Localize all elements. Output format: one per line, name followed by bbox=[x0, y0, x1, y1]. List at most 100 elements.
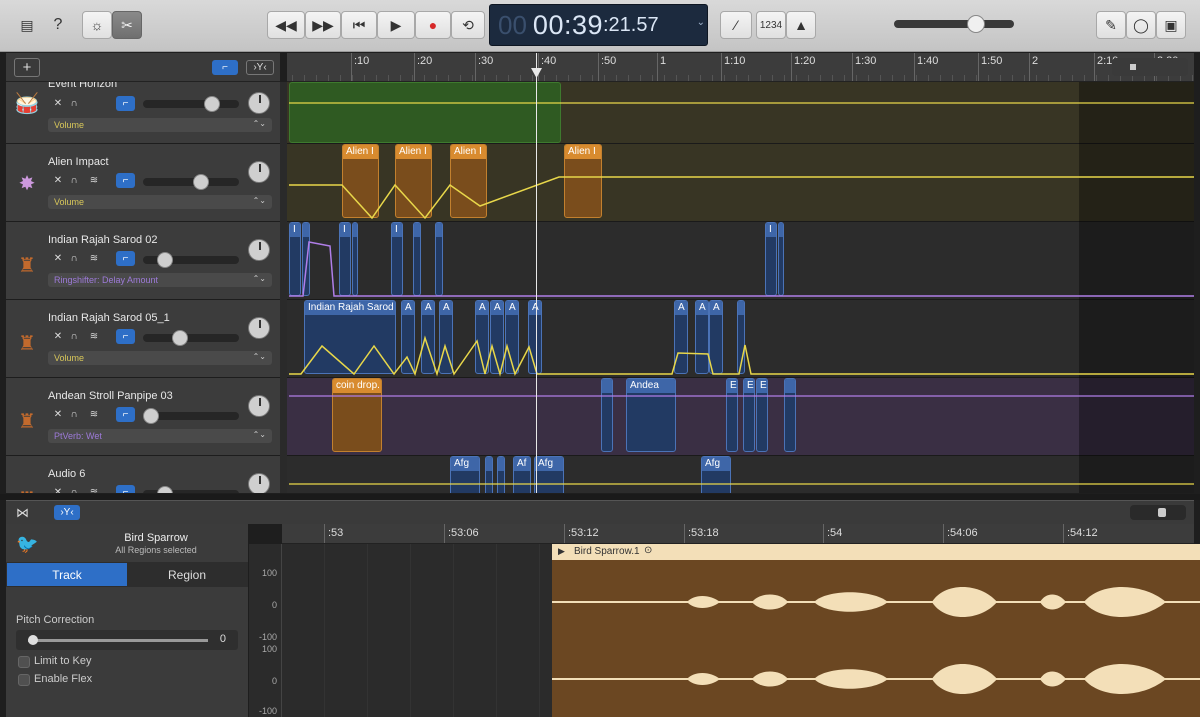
automation-parameter-select[interactable]: Volume bbox=[48, 194, 272, 209]
record-enable-icon[interactable]: ≋ bbox=[86, 408, 102, 421]
track-automation-icon[interactable]: ⌐ bbox=[116, 485, 135, 493]
fast-forward-button[interactable]: ▶▶ bbox=[305, 11, 341, 39]
metronome-icon[interactable]: ▲ bbox=[786, 11, 816, 39]
record-enable-icon[interactable]: ≋ bbox=[86, 174, 102, 187]
track-volume-knob[interactable] bbox=[143, 408, 159, 424]
ruler-minor-tick bbox=[532, 75, 533, 81]
track-automation-icon[interactable]: ⌐ bbox=[116, 329, 135, 344]
track-header-panpipe[interactable]: ♜ Andean Stroll Panpipe 03 ✕ ∩ ≋ ⌐ PtVer… bbox=[6, 378, 280, 456]
tuner-icon[interactable]: ⁄ bbox=[720, 11, 752, 39]
record-button[interactable]: ● bbox=[415, 11, 451, 39]
track-header-event-horizon[interactable]: 🥁 Event Horizon ✕ ∩ ⌐ Volume bbox=[6, 82, 280, 144]
ruler-tick bbox=[475, 53, 476, 81]
timeline-zoom-slider[interactable] bbox=[1112, 58, 1188, 76]
track-volume-knob[interactable] bbox=[193, 174, 209, 190]
rewind-button[interactable]: ◀◀ bbox=[267, 11, 305, 39]
solo-headphones-icon[interactable]: ∩ bbox=[66, 408, 82, 421]
editor-ruler[interactable]: :53:53:06:53:12:53:18:54:54:06:54:12 bbox=[282, 524, 1194, 544]
track-header-sarod-02[interactable]: ♜ Indian Rajah Sarod 02 ✕ ∩ ≋ ⌐ Ringshif… bbox=[6, 222, 280, 300]
pan-knob[interactable] bbox=[248, 92, 270, 114]
ruler-minor-tick bbox=[544, 75, 545, 81]
count-in-button[interactable]: 1234 bbox=[756, 11, 786, 39]
mute-icon[interactable]: ✕ bbox=[50, 97, 66, 110]
catch-playhead-icon[interactable]: ›Y‹ bbox=[54, 505, 80, 520]
track-automation-icon[interactable]: ⌐ bbox=[116, 251, 135, 266]
media-browser-icon[interactable]: ▣ bbox=[1156, 11, 1186, 39]
catch-playhead-icon[interactable]: ›Y‹ bbox=[246, 60, 274, 75]
automation-overlay[interactable] bbox=[287, 82, 1194, 493]
record-enable-icon[interactable]: ≋ bbox=[86, 330, 102, 343]
waveform-region[interactable] bbox=[552, 544, 1200, 717]
solo-headphones-icon[interactable]: ∩ bbox=[66, 486, 82, 493]
track-automation-icon[interactable]: ⌐ bbox=[116, 96, 135, 111]
track-header-alien-impact[interactable]: ✸ Alien Impact ✕ ∩ ≋ ⌐ Volume bbox=[6, 144, 280, 222]
mute-icon[interactable]: ✕ bbox=[50, 408, 66, 421]
pan-knob[interactable] bbox=[248, 239, 270, 261]
lcd-display[interactable]: 00 00:39 :21.57 ⌄ bbox=[489, 4, 708, 46]
zoom-slider-thumb[interactable] bbox=[1158, 508, 1166, 517]
mute-icon[interactable]: ✕ bbox=[50, 252, 66, 265]
track-automation-icon[interactable]: ⌐ bbox=[116, 173, 135, 188]
track-header-audio-6[interactable]: ♜ Audio 6 ✕ ∩ ≋ ⌐ bbox=[6, 456, 280, 493]
mute-icon[interactable]: ✕ bbox=[50, 330, 66, 343]
solo-headphones-icon[interactable]: ∩ bbox=[66, 97, 82, 110]
automation-parameter-select[interactable]: Volume bbox=[48, 117, 272, 132]
cycle-button[interactable]: ⟲ bbox=[451, 11, 485, 39]
editor-toggle-icon[interactable]: ⋈ bbox=[16, 505, 29, 521]
enable-flex-checkbox[interactable] bbox=[18, 674, 30, 686]
pan-knob[interactable] bbox=[248, 473, 270, 493]
pitch-correction-slider[interactable]: 0 bbox=[16, 630, 238, 650]
solo-headphones-icon[interactable]: ∩ bbox=[66, 252, 82, 265]
automation-toggle-icon[interactable]: ⌐ bbox=[212, 60, 238, 75]
solo-headphones-icon[interactable]: ∩ bbox=[66, 330, 82, 343]
sparkle-icon: ✸ bbox=[18, 172, 36, 195]
smart-controls-icon[interactable]: ☼ bbox=[82, 11, 112, 39]
automation-parameter-select[interactable]: Volume bbox=[48, 350, 272, 365]
playhead[interactable] bbox=[536, 53, 537, 493]
add-track-button[interactable]: + bbox=[14, 58, 40, 77]
track-header-sarod-05[interactable]: ♜ Indian Rajah Sarod 05_1 ✕ ∩ ≋ ⌐ Volume bbox=[6, 300, 280, 378]
track-automation-icon[interactable]: ⌐ bbox=[116, 407, 135, 422]
solo-headphones-icon[interactable]: ∩ bbox=[66, 174, 82, 187]
scissors-icon[interactable]: ✂ bbox=[112, 11, 142, 39]
limit-to-key-checkbox[interactable] bbox=[18, 656, 30, 668]
notepad-icon[interactable]: ✎ bbox=[1096, 11, 1126, 39]
lcd-dropdown-icon[interactable]: ⌄ bbox=[697, 17, 705, 28]
loop-browser-icon[interactable]: ◯ bbox=[1126, 11, 1156, 39]
pan-knob[interactable] bbox=[248, 395, 270, 417]
record-enable-icon[interactable]: ≋ bbox=[86, 252, 102, 265]
play-button[interactable]: ▶ bbox=[377, 11, 415, 39]
ruler-minor-tick bbox=[1108, 75, 1109, 81]
zoom-slider-thumb[interactable] bbox=[1130, 64, 1136, 70]
record-enable-icon[interactable]: ≋ bbox=[86, 486, 102, 493]
ruler-minor-tick bbox=[1000, 75, 1001, 81]
mute-icon[interactable]: ✕ bbox=[50, 174, 66, 187]
track-volume-knob[interactable] bbox=[172, 330, 188, 346]
tab-region[interactable]: Region bbox=[127, 563, 247, 586]
timeline-ruler[interactable]: :10:20:30:40:50 1 1:10 1:20 1:30 1:40 1:50 2 2:1… bbox=[287, 53, 1194, 82]
automation-parameter-select[interactable]: Ringshifter: Delay Amount bbox=[48, 272, 272, 287]
pan-knob[interactable] bbox=[248, 161, 270, 183]
pan-knob[interactable] bbox=[248, 317, 270, 339]
track-volume-knob[interactable] bbox=[157, 486, 173, 493]
automation-parameter-select[interactable]: PtVerb: Wet bbox=[48, 428, 272, 443]
track-volume-slider[interactable] bbox=[143, 334, 239, 342]
track-volume-knob[interactable] bbox=[204, 96, 220, 112]
mute-icon[interactable]: ✕ bbox=[50, 486, 66, 493]
ruler-minor-tick bbox=[304, 75, 305, 81]
pitch-slider-thumb[interactable] bbox=[28, 635, 38, 645]
master-volume-knob[interactable] bbox=[967, 15, 985, 33]
master-volume-slider[interactable] bbox=[894, 20, 1014, 28]
track-volume-slider[interactable] bbox=[143, 100, 239, 108]
editor-empty-grid[interactable] bbox=[282, 544, 552, 717]
track-volume-slider[interactable] bbox=[143, 178, 239, 186]
ruler-minor-tick bbox=[496, 75, 497, 81]
editor-zoom-slider[interactable] bbox=[1130, 505, 1186, 520]
waveform-region-header[interactable]: ▶ Bird Sparrow.1 ⊙ bbox=[552, 544, 1200, 560]
go-to-beginning-button[interactable]: ⏮ bbox=[341, 11, 377, 39]
waveform-svg bbox=[552, 587, 1200, 694]
track-volume-knob[interactable] bbox=[157, 252, 173, 268]
tab-track[interactable]: Track bbox=[7, 563, 127, 586]
help-icon[interactable]: ? bbox=[46, 11, 70, 39]
library-icon[interactable]: ▤ bbox=[15, 11, 39, 39]
